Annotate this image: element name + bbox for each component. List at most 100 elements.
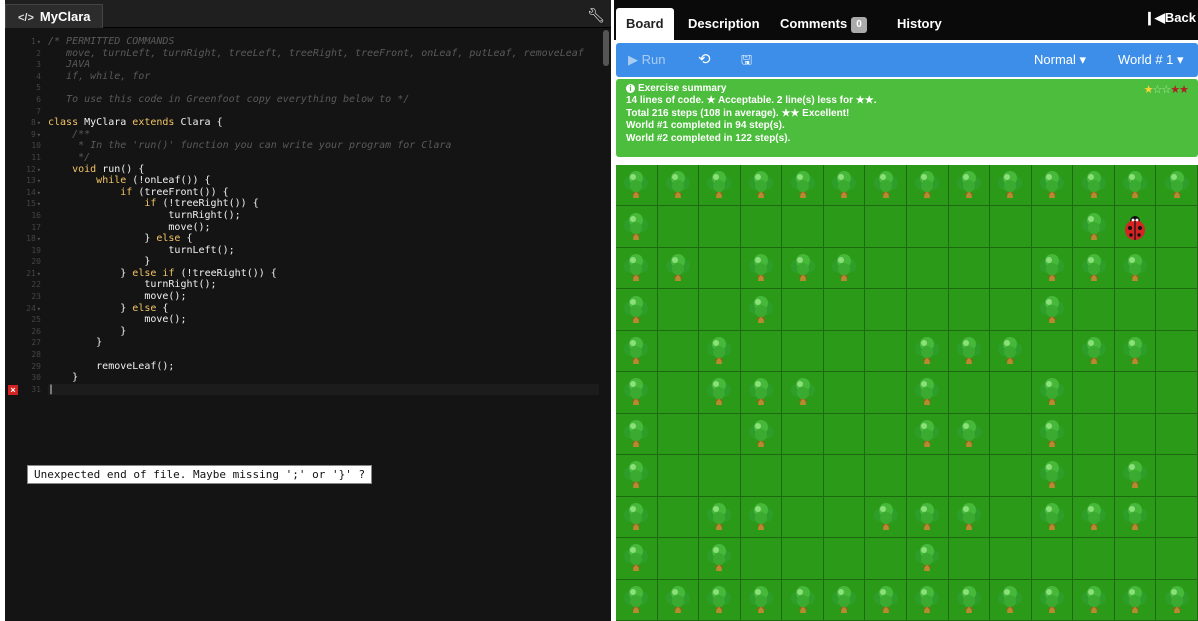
tree-icon: [746, 502, 776, 532]
editor-settings-button[interactable]: 🔧︎: [585, 4, 607, 26]
board-cell: [1114, 289, 1157, 331]
editor-header: </> MyClara 🔧︎: [5, 0, 611, 28]
board-cell: [616, 289, 658, 331]
board-cell: [865, 413, 907, 456]
reset-button[interactable]: ⟲: [698, 43, 711, 77]
speed-dropdown[interactable]: Normal ▾: [1034, 43, 1086, 77]
board-cell: [823, 165, 866, 207]
tree-icon: [954, 170, 984, 200]
tree-icon: [1079, 253, 1109, 283]
fold-arrow-icon[interactable]: ▾: [37, 200, 41, 208]
first-page-icon: ❙◀: [1144, 10, 1165, 25]
board-cell: [907, 496, 949, 539]
run-button[interactable]: ▶ Run: [628, 43, 665, 77]
tree-icon: [912, 585, 942, 615]
fold-arrow-icon[interactable]: ▾: [37, 235, 41, 243]
reset-icon: ⟲: [698, 51, 711, 68]
fold-arrow-icon[interactable]: ▾: [37, 119, 41, 127]
tree-icon: [621, 585, 651, 615]
board-cell: [1073, 165, 1115, 207]
tab-description[interactable]: Description: [678, 8, 770, 40]
board-cell: [699, 206, 741, 248]
tree-icon: [746, 419, 776, 449]
line-number: 5: [36, 83, 41, 93]
board-cell: [740, 206, 783, 248]
tree-icon: [1037, 170, 1067, 200]
fold-arrow-icon[interactable]: ▾: [37, 166, 41, 174]
tab-comments[interactable]: Comments 0: [770, 8, 877, 40]
fold-arrow-icon[interactable]: ▾: [37, 189, 41, 197]
tab-board[interactable]: Board: [616, 8, 674, 40]
comments-count-badge: 0: [851, 17, 867, 33]
line-number: 6: [36, 94, 41, 104]
code-line: /* PERMITTED COMMANDS: [48, 36, 175, 47]
board-cell: [1031, 372, 1074, 414]
board-cell: [990, 165, 1032, 207]
board-cell: [823, 496, 866, 539]
code-text-area[interactable]: /* PERMITTED COMMANDS move, turnLeft, tu…: [48, 36, 599, 396]
board-cell: [1073, 538, 1115, 580]
board-cell: [865, 206, 907, 248]
board-cell: [1073, 330, 1115, 373]
board-cell: [1031, 289, 1074, 331]
board-cell: [948, 206, 991, 248]
fold-arrow-icon[interactable]: ▾: [37, 38, 41, 46]
board-cell: [1114, 538, 1157, 580]
code-line: /**: [48, 128, 91, 140]
code-line: if, while, for: [48, 70, 151, 82]
code-line: if (!treeRight()) {: [144, 198, 259, 210]
tree-icon: [746, 295, 776, 325]
star-icon: ☆: [1161, 84, 1171, 96]
error-marker-icon[interactable]: ×: [8, 385, 18, 395]
board-cell: [657, 330, 700, 373]
board-cell: [1031, 165, 1074, 207]
tree-icon: [829, 253, 859, 283]
line-number: 3: [36, 60, 41, 70]
board-cell: [657, 247, 700, 290]
fold-arrow-icon[interactable]: ▾: [37, 131, 41, 139]
board-cell: [1156, 455, 1198, 497]
tree-icon: [1162, 585, 1192, 615]
board-cell: [657, 165, 700, 207]
code-line: }: [48, 256, 151, 268]
board-cell: [782, 289, 824, 331]
board-cell: [907, 247, 949, 290]
board-cell: [1156, 289, 1198, 331]
line-number: 19: [31, 245, 41, 255]
summary-line: World #1 completed in 94 step(s).: [626, 120, 785, 132]
back-link[interactable]: ❙◀Back: [1144, 10, 1196, 26]
tree-icon: [1037, 295, 1067, 325]
editor-body[interactable]: 1▾ 2 3 4 5 6 7 8▾ 9▾ 10 11 12▾ 13▾ 14▾ 15▾ 16 17 18▾ 19 20 2…: [5, 28, 611, 621]
game-board: [616, 165, 1198, 621]
line-number: 26: [31, 326, 41, 336]
board-cell: [782, 538, 824, 580]
tab-bar: Board Description Comments 0 History ❙◀Ba…: [614, 0, 1198, 40]
editor-scrollbar[interactable]: [603, 30, 609, 66]
board-cell: [948, 496, 991, 539]
star-icon: ★: [1170, 84, 1180, 96]
board-cell: [948, 330, 991, 373]
fold-arrow-icon[interactable]: ▾: [37, 305, 41, 313]
board-cell: [1031, 538, 1074, 580]
tree-icon: [1079, 170, 1109, 200]
board-cell: [740, 538, 783, 580]
line-number: 23: [31, 292, 41, 302]
fold-arrow-icon[interactable]: ▾: [37, 177, 41, 185]
tree-icon: [954, 336, 984, 366]
board-cell: [865, 330, 907, 373]
fold-arrow-icon[interactable]: ▾: [37, 270, 41, 278]
world-dropdown[interactable]: World # 1 ▾: [1118, 43, 1184, 77]
tree-icon: [1079, 212, 1109, 242]
file-tab[interactable]: </> MyClara: [5, 4, 104, 28]
board-cell: [782, 455, 824, 497]
board-cell: [699, 289, 741, 331]
line-number: 27: [31, 338, 41, 348]
save-button[interactable]: 🖫︎: [741, 43, 752, 77]
line-number: 9▾: [30, 129, 41, 139]
tab-history[interactable]: History: [887, 8, 952, 40]
board-cell: [990, 579, 1032, 621]
board-cell: [616, 206, 658, 248]
tree-icon: [621, 502, 651, 532]
tree-icon: [829, 585, 859, 615]
